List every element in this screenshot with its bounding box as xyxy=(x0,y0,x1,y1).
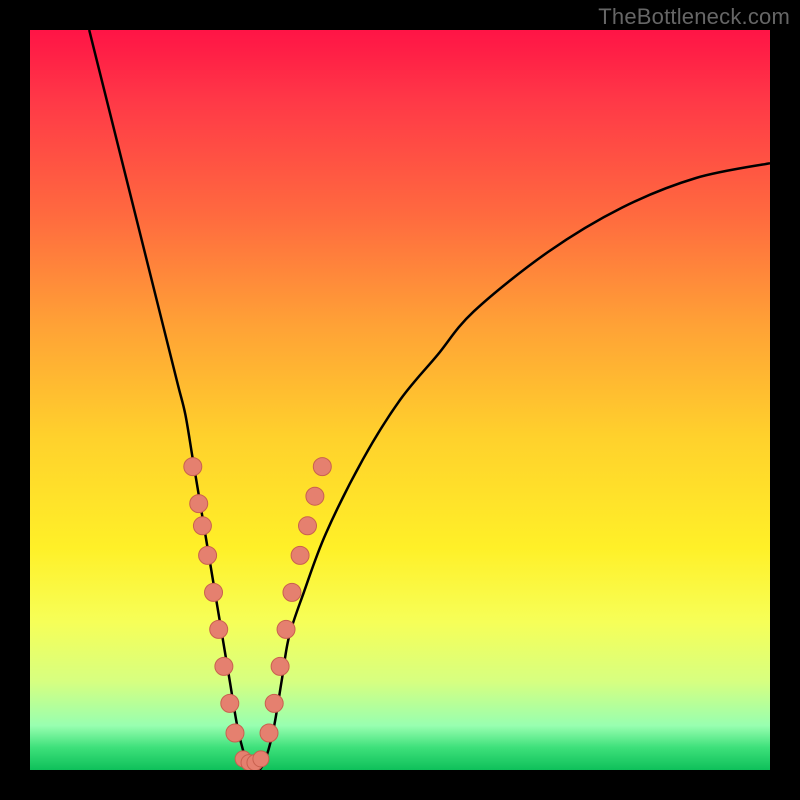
data-marker xyxy=(313,458,331,476)
data-marker xyxy=(306,487,324,505)
data-marker xyxy=(277,620,295,638)
chart-svg xyxy=(30,30,770,770)
data-marker xyxy=(226,724,244,742)
watermark-text: TheBottleneck.com xyxy=(598,4,790,30)
data-marker xyxy=(271,657,289,675)
bottleneck-curve xyxy=(89,30,770,770)
data-marker xyxy=(199,546,217,564)
data-marker xyxy=(299,517,317,535)
data-marker xyxy=(283,583,301,601)
data-marker xyxy=(210,620,228,638)
data-marker xyxy=(265,694,283,712)
data-marker xyxy=(221,694,239,712)
data-marker xyxy=(291,546,309,564)
plot-area xyxy=(30,30,770,770)
data-markers xyxy=(184,458,331,770)
data-marker xyxy=(205,583,223,601)
chart-frame: TheBottleneck.com xyxy=(0,0,800,800)
data-marker xyxy=(190,495,208,513)
data-marker xyxy=(260,724,278,742)
data-marker xyxy=(184,458,202,476)
data-marker xyxy=(215,657,233,675)
data-marker xyxy=(253,751,269,767)
data-marker xyxy=(193,517,211,535)
